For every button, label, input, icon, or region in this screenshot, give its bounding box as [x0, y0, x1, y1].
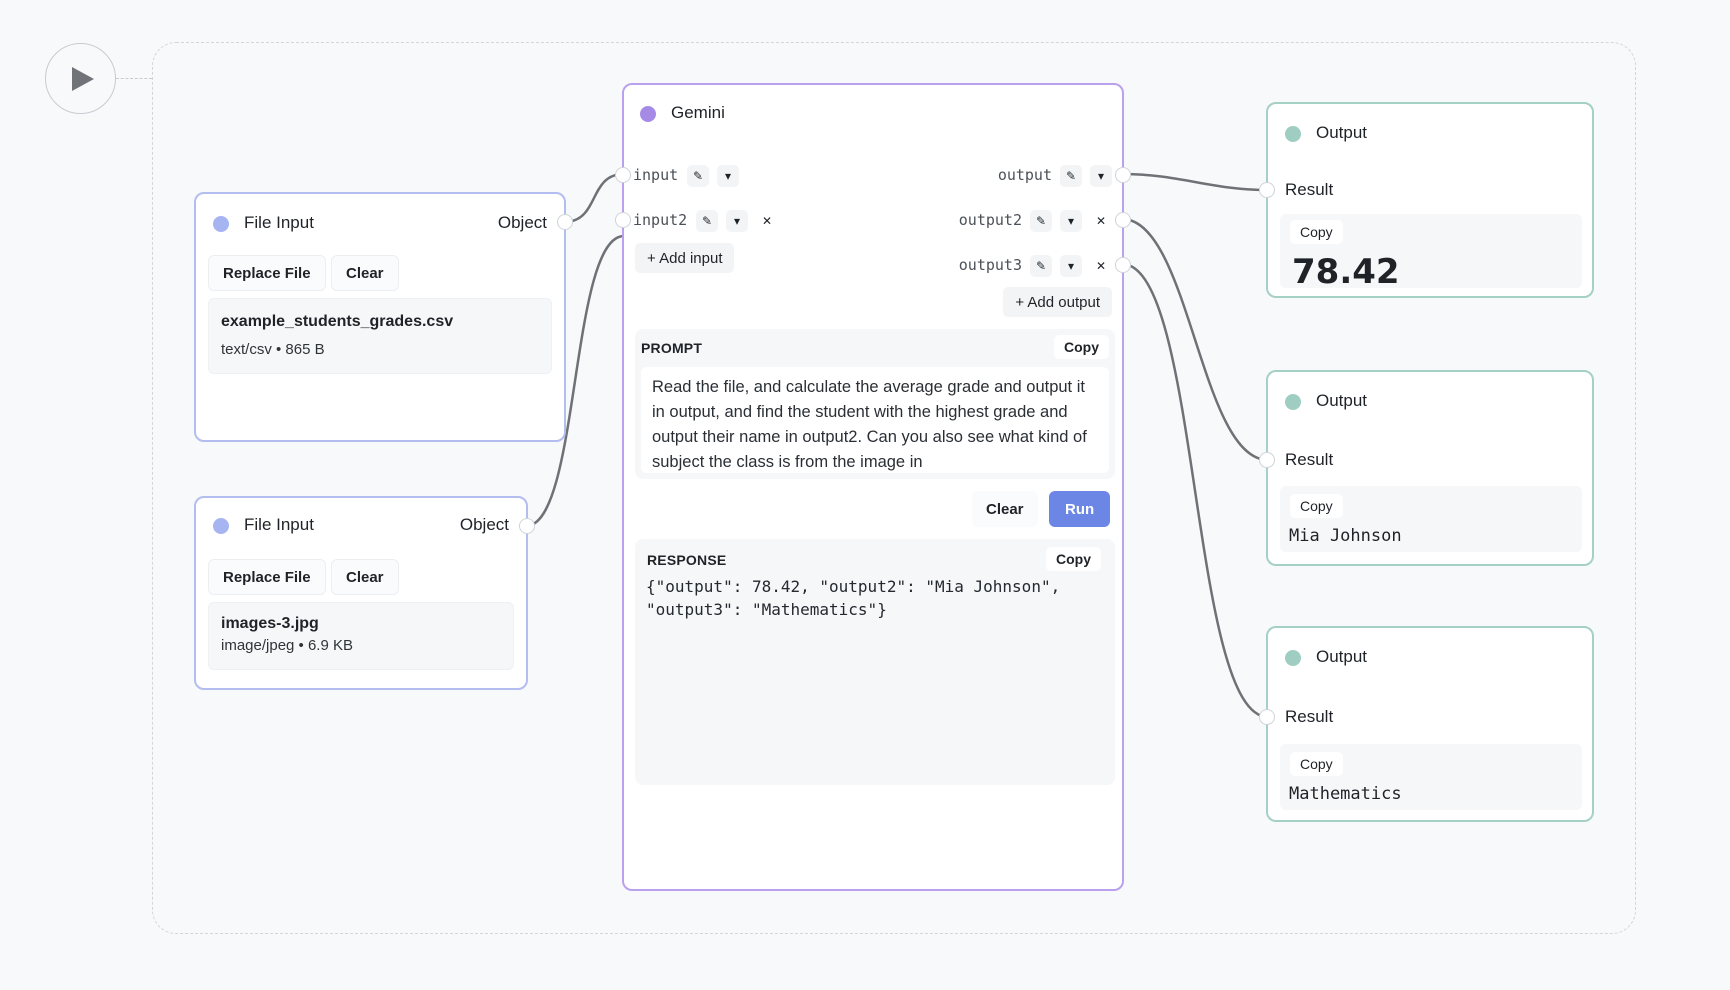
- response-panel: RESPONSE Copy {"output": 78.42, "output2…: [635, 539, 1115, 785]
- node-status-dot: [1285, 650, 1301, 666]
- copy-result-button[interactable]: Copy: [1290, 752, 1343, 776]
- output3-port[interactable]: [1115, 257, 1131, 273]
- node-title: File Input: [244, 515, 314, 534]
- clear-prompt-button[interactable]: Clear: [972, 491, 1038, 527]
- play-button[interactable]: [45, 43, 116, 114]
- result-input-port[interactable]: [1259, 709, 1275, 725]
- file-input-node-1[interactable]: File Input Object Replace File Clear exa…: [194, 192, 573, 442]
- remove-output2-icon[interactable]: ✕: [1090, 210, 1112, 232]
- copy-response-button[interactable]: Copy: [1046, 547, 1101, 571]
- result-value: 78.42: [1292, 252, 1400, 292]
- run-prompt-button[interactable]: Run: [1049, 491, 1111, 527]
- output3-dropdown-icon[interactable]: ▾: [1060, 255, 1082, 277]
- input-dropdown-icon[interactable]: ▾: [717, 165, 739, 187]
- copy-result-button[interactable]: Copy: [1290, 494, 1343, 518]
- output-dropdown-icon[interactable]: ▾: [1090, 165, 1112, 187]
- add-input-button[interactable]: + Add input: [635, 243, 735, 273]
- result-input-port[interactable]: [1259, 452, 1275, 468]
- file-meta: image/jpeg • 6.9 KB: [221, 637, 353, 654]
- result-label: Result: [1285, 707, 1334, 726]
- output-node-1[interactable]: Output Result Copy 78.42: [1259, 102, 1594, 298]
- node-title: Output: [1316, 123, 1368, 142]
- prompt-textarea[interactable]: Read the file, and calculate the average…: [641, 367, 1109, 473]
- edit-input-icon[interactable]: ✎: [687, 165, 709, 187]
- input2-port[interactable]: [615, 212, 631, 228]
- edit-input2-icon[interactable]: ✎: [696, 210, 718, 232]
- prompt-heading: PROMPT: [641, 340, 703, 356]
- node-status-dot: [213, 518, 229, 534]
- input-name-label: input: [633, 166, 679, 184]
- copy-result-button[interactable]: Copy: [1290, 220, 1343, 244]
- edit-output3-icon[interactable]: ✎: [1030, 255, 1052, 277]
- file-name: example_students_grades.csv: [221, 313, 454, 330]
- node-status-dot: [1285, 126, 1301, 142]
- result-label: Result: [1285, 450, 1334, 469]
- output2-dropdown-icon[interactable]: ▾: [1060, 210, 1082, 232]
- node-output-type: Object: [497, 213, 547, 232]
- result-value: Mathematics: [1289, 784, 1402, 804]
- file-name: images-3.jpg: [221, 615, 319, 632]
- workflow-canvas[interactable]: File Input Object Replace File Clear exa…: [0, 0, 1730, 990]
- edit-output-icon[interactable]: ✎: [1060, 165, 1082, 187]
- remove-input2-icon[interactable]: ✕: [756, 210, 778, 232]
- node-title: Output: [1316, 647, 1368, 666]
- file-meta: text/csv • 865 B: [221, 341, 325, 358]
- result-box: Copy 78.42: [1280, 214, 1582, 292]
- result-box: Copy Mia Johnson: [1280, 486, 1582, 552]
- node-title: Output: [1316, 391, 1368, 410]
- input2-name-label: input2: [633, 211, 688, 229]
- play-icon: [72, 66, 94, 91]
- result-label: Result: [1285, 180, 1334, 199]
- file-card: images-3.jpg image/jpeg • 6.9 KB: [208, 602, 514, 670]
- file-card: example_students_grades.csv text/csv • 8…: [208, 298, 552, 374]
- result-value: Mia Johnson: [1289, 526, 1402, 546]
- object-output-port[interactable]: [557, 214, 573, 230]
- response-heading: RESPONSE: [647, 552, 727, 568]
- output-name-label: output: [997, 166, 1052, 184]
- output2-port[interactable]: [1115, 212, 1131, 228]
- play-connector: [116, 78, 152, 79]
- output-node-3[interactable]: Output Result Copy Mathematics: [1259, 626, 1594, 822]
- input2-dropdown-icon[interactable]: ▾: [726, 210, 748, 232]
- node-status-dot: [213, 216, 229, 232]
- node-status-dot: [640, 106, 656, 122]
- response-text: {"output": 78.42, "output2": "Mia Johnso…: [646, 577, 1061, 619]
- clear-file-button[interactable]: Clear: [331, 255, 399, 291]
- prompt-panel: PROMPT Copy Read the file, and calculate…: [635, 329, 1115, 479]
- output2-name-label: output2: [958, 211, 1022, 229]
- node-title: File Input: [244, 213, 314, 232]
- output3-name-label: output3: [958, 256, 1022, 274]
- gemini-node[interactable]: Gemini input ✎ ▾ input2 ✎ ▾ ✕ + Add inpu…: [615, 83, 1131, 891]
- file-input-node-2[interactable]: File Input Object Replace File Clear ima…: [194, 496, 535, 690]
- add-output-button[interactable]: + Add output: [1003, 287, 1112, 317]
- replace-file-button[interactable]: Replace File: [208, 559, 326, 595]
- edit-output2-icon[interactable]: ✎: [1030, 210, 1052, 232]
- node-output-type: Object: [459, 515, 509, 534]
- replace-file-button[interactable]: Replace File: [208, 255, 326, 291]
- result-input-port[interactable]: [1259, 182, 1275, 198]
- remove-output3-icon[interactable]: ✕: [1090, 255, 1112, 277]
- node-title: Gemini: [671, 103, 725, 122]
- object-output-port[interactable]: [519, 518, 535, 534]
- input-port[interactable]: [615, 167, 631, 183]
- output-node-2[interactable]: Output Result Copy Mia Johnson: [1259, 370, 1594, 566]
- clear-file-button[interactable]: Clear: [331, 559, 399, 595]
- node-status-dot: [1285, 394, 1301, 410]
- copy-prompt-button[interactable]: Copy: [1054, 335, 1109, 359]
- result-box: Copy Mathematics: [1280, 744, 1582, 810]
- output-port[interactable]: [1115, 167, 1131, 183]
